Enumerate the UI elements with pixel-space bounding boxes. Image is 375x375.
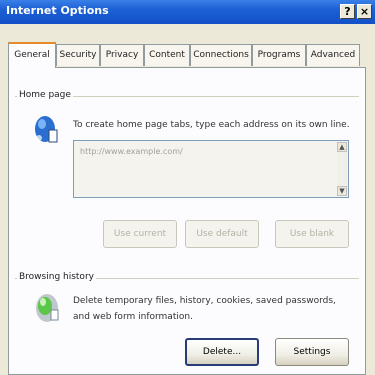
general-tab-panel: Home page To create home page tabs, type… <box>8 67 366 375</box>
home-page-url-field[interactable]: http://www.example.com/ ▲ ▼ <box>73 140 349 198</box>
home-page-description: To create home page tabs, type each addr… <box>73 120 350 130</box>
tab-security[interactable]: Security <box>56 44 100 66</box>
browsing-history-description-line2: and web form information. <box>73 312 193 322</box>
url-scroll-track[interactable] <box>337 152 347 186</box>
tab-connections[interactable]: Connections <box>190 44 252 66</box>
scroll-down-arrow-icon[interactable]: ▼ <box>337 186 347 196</box>
close-button[interactable]: × <box>357 4 372 19</box>
home-page-label: Home page <box>17 90 73 100</box>
browsing-history-icon <box>33 290 61 324</box>
delete-button[interactable]: Delete... <box>185 338 259 366</box>
internet-options-dialog: Internet Options ? × General Security Pr… <box>0 0 375 375</box>
use-current-button[interactable]: Use current <box>103 220 177 248</box>
use-blank-button[interactable]: Use blank <box>275 220 349 248</box>
help-button[interactable]: ? <box>340 4 355 19</box>
home-page-url-value: http://www.example.com/ <box>80 147 183 156</box>
tab-general[interactable]: General <box>8 42 56 68</box>
window-title: Internet Options <box>6 4 109 17</box>
browsing-history-description-line1: Delete temporary files, history, cookies… <box>73 296 336 306</box>
tab-privacy[interactable]: Privacy <box>100 44 144 66</box>
home-page-icon <box>33 112 61 146</box>
use-default-button[interactable]: Use default <box>185 220 259 248</box>
tab-strip: General Security Privacy Content Connect… <box>8 42 368 68</box>
scroll-up-arrow-icon[interactable]: ▲ <box>337 142 347 152</box>
tab-programs[interactable]: Programs <box>252 44 306 66</box>
tab-advanced[interactable]: Advanced <box>306 44 360 66</box>
title-bar[interactable]: Internet Options ? × <box>0 0 375 24</box>
tab-content[interactable]: Content <box>144 44 190 66</box>
browsing-history-label: Browsing history <box>17 272 96 282</box>
settings-button[interactable]: Settings <box>275 338 349 366</box>
